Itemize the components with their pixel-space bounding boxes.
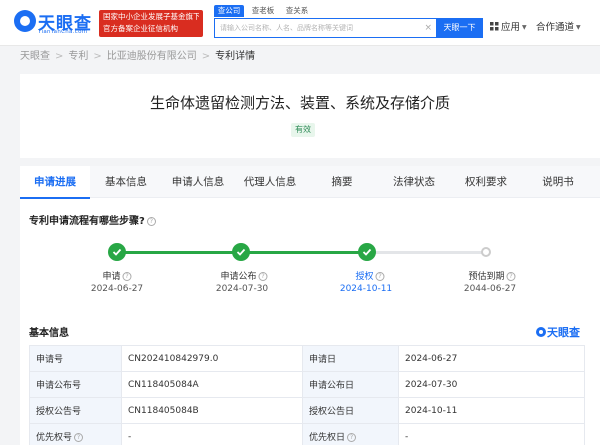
search-tab-company[interactable]: 查公司: [214, 5, 244, 17]
step-label-apply: 申请?: [102, 269, 132, 282]
site-logo[interactable]: 天眼查 TianYanCha.com: [14, 8, 96, 38]
nav-cooperation[interactable]: 合作通道 ▼: [536, 22, 581, 34]
info-key: 优先权号?: [29, 423, 122, 445]
chevron-down-icon: ▼: [576, 24, 581, 31]
process-timeline: 申请? 申请公布? 授权? 预估到期? 2024-06-27 2024-07-3…: [20, 236, 600, 306]
step-date-grant: 2024-10-11: [339, 284, 393, 294]
timeline-line-future: [367, 251, 487, 254]
info-key: 申请公布日: [302, 371, 399, 398]
search-button[interactable]: 天眼一下: [436, 18, 483, 38]
help-icon[interactable]: ?: [74, 433, 84, 442]
status-badge: 有效: [291, 123, 315, 137]
info-key: 申请号: [29, 345, 122, 372]
step-node-expiry: [481, 247, 491, 257]
info-value: 2024-07-30: [398, 371, 585, 398]
search-input[interactable]: 请输入公司名称、人名、品牌名称等关键词 ×: [214, 18, 436, 38]
nav-apps-label: 应用: [501, 22, 521, 33]
page-title: 生命体遗留检测方法、装置、系统及存储介质: [149, 94, 450, 112]
info-key: 授权公告号: [29, 397, 122, 424]
tab-applicant[interactable]: 申请人信息: [162, 166, 234, 198]
tab-specification[interactable]: 说明书: [522, 166, 594, 198]
info-key: 授权公告日: [302, 397, 399, 424]
check-icon: [112, 248, 122, 256]
info-value: CN118405084B: [121, 397, 303, 424]
help-icon[interactable]: ?: [258, 272, 268, 281]
breadcrumb-home[interactable]: 天眼查: [20, 51, 50, 62]
tab-legal-status[interactable]: 法律状态: [378, 166, 450, 198]
check-icon: [236, 248, 246, 256]
table-row: 授权公告号 CN118405084B 授权公告日 2024-10-11: [29, 397, 585, 424]
breadcrumb-company[interactable]: 比亚迪股份有限公司: [107, 51, 197, 62]
brand-watermark: 天眼查: [536, 324, 580, 340]
search-tab-boss[interactable]: 查老板: [248, 5, 278, 17]
logo-eye-icon: [14, 10, 36, 32]
patent-title-card: 生命体遗留检测方法、装置、系统及存储介质 有效: [20, 74, 600, 158]
official-banner[interactable]: 国家中小企业发展子基金旗下 官方备案企业征信机构: [99, 10, 203, 37]
tab-basic-info[interactable]: 基本信息: [90, 166, 162, 198]
step-label-grant: 授权?: [355, 269, 385, 282]
step-date-expiry: 2044-06-27: [463, 284, 517, 294]
breadcrumb-current: 专利详情: [215, 51, 256, 62]
step-node-apply: [108, 243, 126, 261]
table-row: 申请公布号 CN118405084A 申请公布日 2024-07-30: [29, 371, 585, 398]
banner-line-1: 国家中小企业发展子基金旗下: [103, 12, 199, 21]
tab-agent[interactable]: 代理人信息: [234, 166, 306, 198]
table-row: 优先权号? - 优先权日? -: [29, 423, 585, 445]
chevron-down-icon: ▼: [522, 24, 527, 31]
info-value: CN202410842979.0: [121, 345, 303, 372]
tab-progress[interactable]: 申请进展: [20, 166, 90, 199]
search-placeholder: 请输入公司名称、人名、品牌名称等关键词: [220, 24, 353, 32]
step-date-publish: 2024-07-30: [215, 284, 269, 294]
info-value: 2024-06-27: [398, 345, 585, 372]
help-icon[interactable]: ?: [375, 272, 385, 281]
search-tab-relation[interactable]: 查关系: [282, 5, 312, 17]
step-label-publish: 申请公布?: [220, 269, 268, 282]
help-icon[interactable]: ?: [146, 217, 156, 226]
basic-info-table: 申请号 CN202410842979.0 申请日 2024-06-27 申请公布号 CN1…: [29, 345, 585, 445]
top-header: 天眼查 TianYanCha.com 国家中小企业发展子基金旗下 官方备案企业征…: [0, 0, 600, 46]
help-icon[interactable]: ?: [122, 272, 132, 281]
process-title-text: 专利申请流程有哪些步骤?: [29, 216, 145, 227]
step-node-grant: [358, 243, 376, 261]
logo-eye-icon: [536, 327, 546, 337]
banner-line-2: 官方备案企业征信机构: [103, 24, 178, 33]
clear-icon[interactable]: ×: [424, 22, 432, 34]
nav-apps[interactable]: 应用 ▼: [490, 22, 527, 34]
patent-detail-card: 申请进展 基本信息 申请人信息 代理人信息 摘要 法律状态 权利要求 说明书 专…: [20, 166, 600, 445]
help-icon[interactable]: ?: [506, 272, 516, 281]
tab-claims[interactable]: 权利要求: [450, 166, 522, 198]
breadcrumb-patent[interactable]: 专利: [68, 51, 88, 62]
help-icon[interactable]: ?: [347, 433, 357, 442]
info-value: -: [121, 423, 303, 445]
info-value: -: [398, 423, 585, 445]
step-node-publish: [232, 243, 250, 261]
info-key: 申请公布号: [29, 371, 122, 398]
nav-cooperation-label: 合作通道: [536, 22, 575, 33]
step-date-apply: 2024-06-27: [90, 284, 144, 294]
detail-tabs: 申请进展 基本信息 申请人信息 代理人信息 摘要 法律状态 权利要求 说明书: [20, 166, 600, 199]
process-title[interactable]: 专利申请流程有哪些步骤??: [29, 212, 156, 227]
info-value: 2024-10-11: [398, 397, 585, 424]
info-key: 申请日: [302, 345, 399, 372]
table-row: 申请号 CN202410842979.0 申请日 2024-06-27: [29, 345, 585, 372]
logo-subtitle: TianYanCha.com: [38, 29, 88, 35]
step-label-expiry: 预估到期?: [468, 269, 516, 282]
info-key: 优先权日?: [302, 423, 399, 445]
basic-info-title: 基本信息: [29, 328, 69, 339]
grid-icon: [490, 22, 499, 31]
check-icon: [362, 248, 372, 256]
breadcrumb: 天眼查 > 专利 > 比亚迪股份有限公司 > 专利详情: [20, 51, 256, 62]
tab-abstract[interactable]: 摘要: [306, 166, 378, 198]
info-value: CN118405084A: [121, 371, 303, 398]
